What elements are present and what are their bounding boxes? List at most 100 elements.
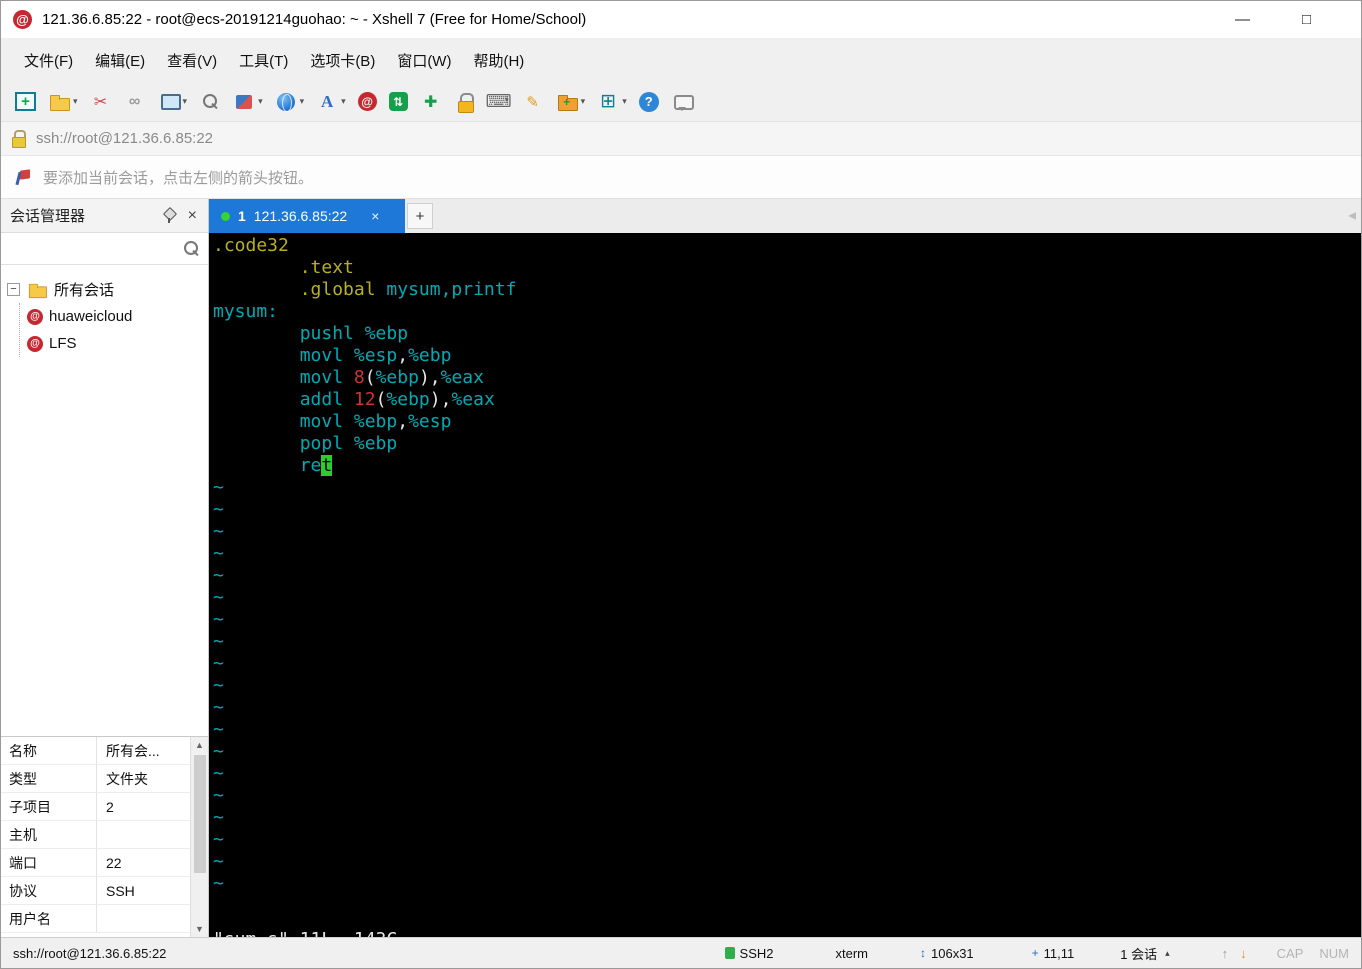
session-icon: @ bbox=[27, 308, 43, 325]
up-arrow-icon[interactable]: ↑ bbox=[1222, 946, 1229, 961]
property-value bbox=[97, 905, 190, 932]
terminal-line: .text bbox=[213, 257, 354, 278]
terminal-line: addl 12(%ebp),%eax bbox=[213, 389, 495, 410]
help-button[interactable]: ? bbox=[633, 90, 665, 114]
session-item-huaweicloud[interactable]: @ huaweicloud bbox=[27, 303, 202, 330]
new-folder-button[interactable]: + ▾ bbox=[550, 89, 592, 115]
sessions-dropdown-icon[interactable]: ▴ bbox=[1165, 948, 1170, 959]
highlight-pen-button[interactable]: ✎ bbox=[516, 89, 550, 115]
minimize-button[interactable]: — bbox=[1235, 11, 1250, 28]
dropdown-arrow-icon[interactable]: ▾ bbox=[183, 96, 188, 107]
lock-button[interactable] bbox=[448, 89, 482, 115]
feedback-button[interactable] bbox=[665, 89, 699, 115]
terminal-size-text: 106x31 bbox=[931, 945, 974, 961]
terminal-area: 1 121.36.6.85:22 × + ◀ .code32 .text .gl… bbox=[209, 199, 1361, 937]
property-value: 文件夹 bbox=[106, 770, 148, 787]
terminal-tilde: ~ bbox=[213, 653, 224, 674]
property-row-host: 主机 bbox=[1, 821, 190, 849]
feedback-icon bbox=[671, 91, 694, 113]
terminal-line: popl %ebp bbox=[213, 433, 398, 454]
window-controls: — □ bbox=[1235, 11, 1349, 28]
maximize-button[interactable]: □ bbox=[1302, 11, 1311, 28]
xshell-icon: @ bbox=[357, 92, 377, 111]
terminal-buffer: .code32 .text .global mysum,printf mysum:… bbox=[213, 235, 1361, 895]
vim-file-info: "sum.s" 11L, 143C bbox=[213, 929, 397, 937]
session-tree: − 所有会话 @ huaweicloud @ LFS bbox=[1, 265, 208, 736]
property-value: 22 bbox=[106, 854, 122, 871]
tab-session-1[interactable]: 1 121.36.6.85:22 × bbox=[209, 199, 405, 233]
session-label: LFS bbox=[49, 335, 77, 352]
session-count-button[interactable]: 1 会话 ▴ bbox=[1120, 944, 1169, 963]
connected-status-icon bbox=[221, 211, 230, 221]
menu-item-view[interactable]: 查看(V) bbox=[156, 43, 228, 78]
vim-status-line: "sum.s" 11L, 143C 11,4-11 All bbox=[213, 907, 1361, 937]
compose-button[interactable]: ▾ bbox=[227, 89, 269, 115]
keyboard-button[interactable]: ⌨ bbox=[482, 89, 516, 115]
terminal-tilde: ~ bbox=[213, 499, 224, 520]
menu-item-tools[interactable]: 工具(T) bbox=[228, 43, 299, 78]
dropdown-arrow-icon[interactable]: ▾ bbox=[581, 96, 586, 107]
terminal-tilde: ~ bbox=[213, 851, 224, 872]
title-bar: @ 121.36.6.85:22 - root@ecs-20191214guoh… bbox=[1, 1, 1361, 38]
tree-root-row[interactable]: − 所有会话 bbox=[7, 276, 202, 303]
fullscreen-button[interactable]: ✚ bbox=[414, 89, 448, 115]
pin-icon[interactable] bbox=[162, 208, 176, 223]
expand-toggle-icon[interactable]: − bbox=[7, 283, 20, 296]
toolbar: + ▾ ✂ ∞ ▾ ▾ ▾ A ▾ @ ⇅ ✚ ⌨ ✎ + ▾ ⊞ ▾? bbox=[1, 82, 1361, 122]
terminal[interactable]: .code32 .text .global mysum,printf mysum:… bbox=[209, 233, 1361, 937]
terminal-line: movl %esp,%ebp bbox=[213, 345, 452, 366]
terminal-line: .global mysum,printf bbox=[213, 279, 517, 300]
menu-item-file[interactable]: 文件(F) bbox=[13, 43, 84, 78]
new-folder-icon: + bbox=[556, 91, 578, 113]
menu-item-window[interactable]: 窗口(W) bbox=[386, 43, 462, 78]
properties-scrollbar[interactable]: ▲ ▼ bbox=[190, 737, 208, 937]
font-button[interactable]: A ▾ bbox=[310, 89, 352, 115]
menu-item-edit[interactable]: 编辑(E) bbox=[84, 43, 156, 78]
xshell-button[interactable]: @ bbox=[352, 90, 383, 113]
disconnect-button[interactable]: ✂ bbox=[84, 89, 118, 115]
search-icon[interactable] bbox=[180, 238, 202, 260]
web-browser-button[interactable]: ▾ bbox=[269, 89, 311, 115]
scroll-thumb[interactable] bbox=[193, 755, 206, 873]
reconnect-button[interactable]: ∞ bbox=[118, 89, 152, 115]
new-terminal-button[interactable]: ▾ bbox=[152, 89, 194, 115]
panel-close-icon[interactable]: × bbox=[186, 207, 199, 225]
tree-root-label[interactable]: 所有会话 bbox=[54, 279, 114, 300]
dropdown-arrow-icon[interactable]: ▾ bbox=[300, 96, 305, 107]
dropdown-arrow-icon[interactable]: ▾ bbox=[341, 96, 346, 107]
scroll-up-icon[interactable]: ▲ bbox=[191, 737, 208, 753]
dropdown-arrow-icon[interactable]: ▾ bbox=[622, 96, 627, 107]
terminal-tilde: ~ bbox=[213, 807, 224, 828]
tab-close-icon[interactable]: × bbox=[371, 208, 379, 224]
session-count-text: 1 会话 bbox=[1120, 946, 1158, 962]
menu-item-help[interactable]: 帮助(H) bbox=[462, 43, 535, 78]
terminal-tilde: ~ bbox=[213, 543, 224, 564]
xftp-button[interactable]: ⇅ bbox=[383, 90, 414, 113]
layout-button[interactable]: ⊞ ▾ bbox=[591, 89, 633, 115]
status-terminal-type: xterm bbox=[835, 945, 869, 961]
tab-scroll-left-icon[interactable]: ◀ bbox=[1348, 211, 1356, 222]
property-value: 2 bbox=[106, 798, 114, 815]
scroll-down-icon[interactable]: ▼ bbox=[191, 921, 208, 937]
tab-label: 121.36.6.85:22 bbox=[253, 208, 348, 224]
down-arrow-icon[interactable]: ↓ bbox=[1240, 946, 1247, 961]
cursor-position-icon: + bbox=[1031, 946, 1039, 960]
new-session-button[interactable]: + bbox=[9, 90, 42, 113]
terminal-tilde: ~ bbox=[213, 829, 224, 850]
session-item-lfs[interactable]: @ LFS bbox=[27, 330, 202, 357]
terminal-tilde: ~ bbox=[213, 785, 224, 806]
dropdown-arrow-icon[interactable]: ▾ bbox=[73, 96, 78, 107]
dropdown-arrow-icon[interactable]: ▾ bbox=[258, 96, 263, 107]
terminal-line: mysum: bbox=[213, 301, 279, 322]
web-browser-icon bbox=[275, 91, 297, 113]
open-folder-button[interactable]: ▾ bbox=[42, 89, 84, 115]
session-search-input[interactable] bbox=[7, 236, 176, 261]
panel-header: 会话管理器 × bbox=[1, 199, 208, 233]
hint-text: 要添加当前会话，点击左侧的箭头按钮。 bbox=[43, 169, 314, 187]
add-session-flag-icon bbox=[14, 168, 32, 186]
find-button[interactable] bbox=[193, 89, 227, 115]
terminal-tilde: ~ bbox=[213, 631, 224, 652]
tab-index: 1 bbox=[238, 208, 246, 224]
new-tab-button[interactable]: + bbox=[407, 203, 433, 229]
menu-item-tabs[interactable]: 选项卡(B) bbox=[299, 43, 386, 78]
